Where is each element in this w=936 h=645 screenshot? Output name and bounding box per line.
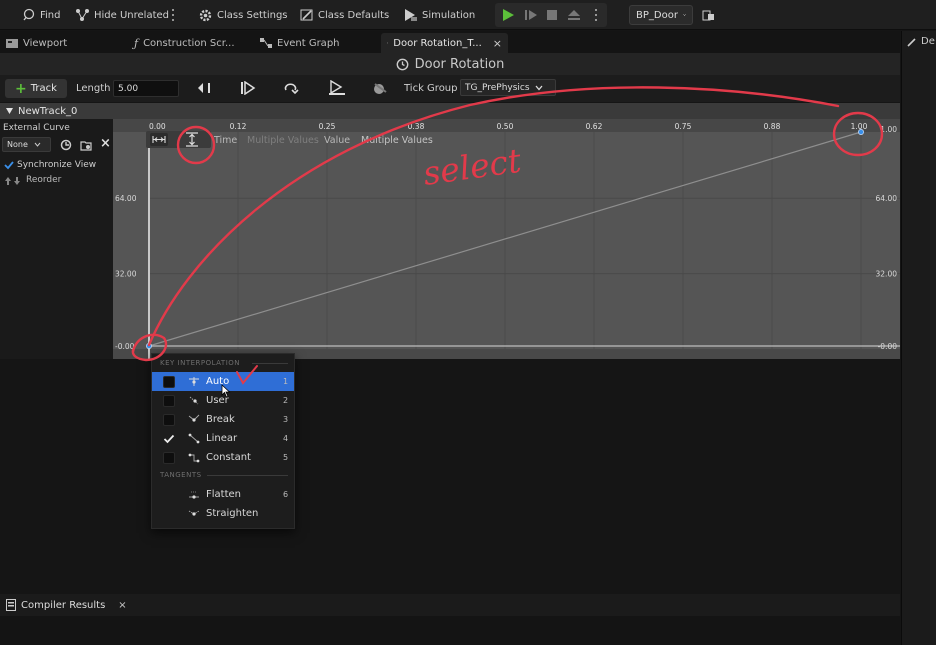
red-annotation-overlay: select [131,86,884,385]
annotation-circle-fit-icon [176,125,216,165]
annotation-arc [147,86,840,347]
annotation-text: select [421,141,524,193]
annotation-circle-end-key [832,111,884,157]
blueprint-editor-window: Find Hide Unrelated Class Settings Class… [0,0,936,645]
annotation-check [236,365,258,385]
annotation-circle-start-key [131,333,168,362]
